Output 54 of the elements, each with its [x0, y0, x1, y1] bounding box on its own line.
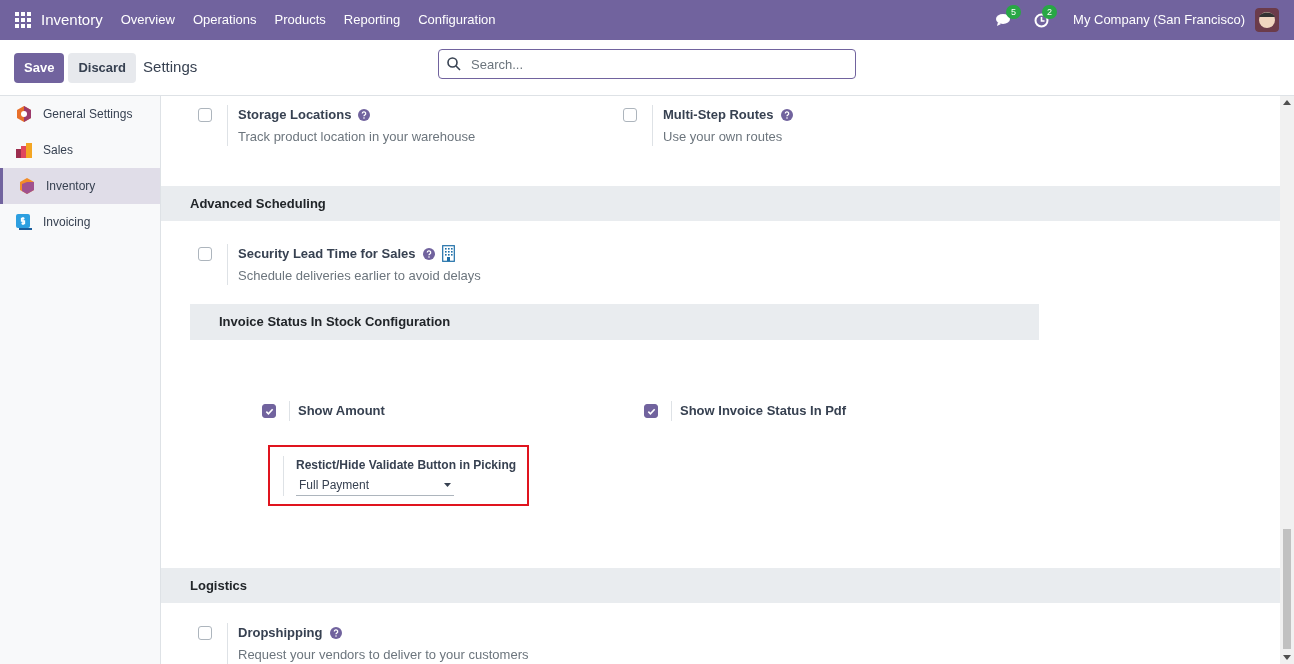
checkbox[interactable]	[262, 404, 276, 418]
bar-chart-icon	[15, 141, 33, 159]
menu-item[interactable]: Configuration	[418, 10, 496, 30]
option-label: Show Amount	[298, 402, 385, 421]
menu-item[interactable]: Operations	[192, 10, 257, 30]
section-header: Logistics	[161, 568, 1280, 603]
sidebar-item[interactable]: Inventory	[0, 168, 160, 204]
help-icon[interactable]	[422, 247, 435, 260]
menu-item[interactable]: Overview	[120, 10, 175, 30]
avatar-icon[interactable]	[1255, 8, 1279, 32]
search-field[interactable]: Search...	[438, 49, 856, 79]
checkbox[interactable]	[198, 247, 212, 261]
checkbox[interactable]	[198, 108, 212, 122]
menu-item[interactable]: Reporting	[343, 10, 401, 30]
setting-description: Schedule deliveries earlier to avoid delays	[238, 266, 481, 285]
caret-icon	[444, 483, 451, 487]
checkbox[interactable]	[644, 404, 658, 418]
payment-select[interactable]: Full Payment	[296, 475, 454, 496]
setting-description: Use your own routes	[663, 127, 784, 146]
count-badge: 5	[1006, 5, 1022, 19]
hexagon-ring-icon	[15, 105, 33, 123]
sidebar-item[interactable]: Sales	[0, 132, 160, 168]
save-button[interactable]: Save	[14, 52, 65, 83]
cube-icon	[18, 177, 36, 195]
search-icon	[447, 57, 461, 71]
checkbox[interactable]	[623, 108, 637, 122]
setting-label: Dropshipping	[238, 624, 323, 642]
page-title: Settings	[143, 57, 198, 78]
sidebar-item[interactable]: Invoicing	[0, 204, 160, 240]
scroll-up-icon[interactable]	[1283, 100, 1291, 105]
setting-description: Track product location in your warehouse	[238, 127, 476, 146]
section-header: Advanced Scheduling	[161, 186, 1280, 221]
setting-label: Security Lead Time for Sales	[238, 245, 416, 263]
help-icon[interactable]	[329, 626, 342, 639]
setting-description: Request your vendors to deliver to your customers	[238, 645, 529, 664]
app-name[interactable]: Inventory	[41, 8, 103, 32]
app-grid-icon[interactable]	[15, 12, 31, 28]
setting-label: Storage Locations	[238, 106, 352, 124]
invoice-icon	[15, 213, 33, 231]
scrollbar[interactable]	[1280, 96, 1294, 664]
count-badge: 2	[1042, 4, 1058, 19]
company-name[interactable]: My Company (San Francisco)	[1073, 10, 1245, 30]
menu-item[interactable]: Products	[274, 10, 326, 30]
subsection-header: Invoice Status In Stock Configuration	[190, 304, 1039, 340]
setting-label: Multi-Step Routes	[663, 106, 774, 124]
help-icon[interactable]	[358, 108, 371, 121]
option-label: Show Invoice Status In Pdf	[680, 402, 847, 421]
sidebar-item[interactable]: General Settings	[0, 96, 160, 132]
discard-button[interactable]: Discard	[68, 52, 137, 83]
checkbox[interactable]	[198, 626, 212, 640]
select-label: Restict/Hide Validate Button in Picking	[296, 456, 517, 474]
help-icon[interactable]	[780, 108, 793, 121]
scrollbar-thumb[interactable]	[1283, 529, 1291, 649]
scroll-down-icon[interactable]	[1283, 655, 1291, 660]
